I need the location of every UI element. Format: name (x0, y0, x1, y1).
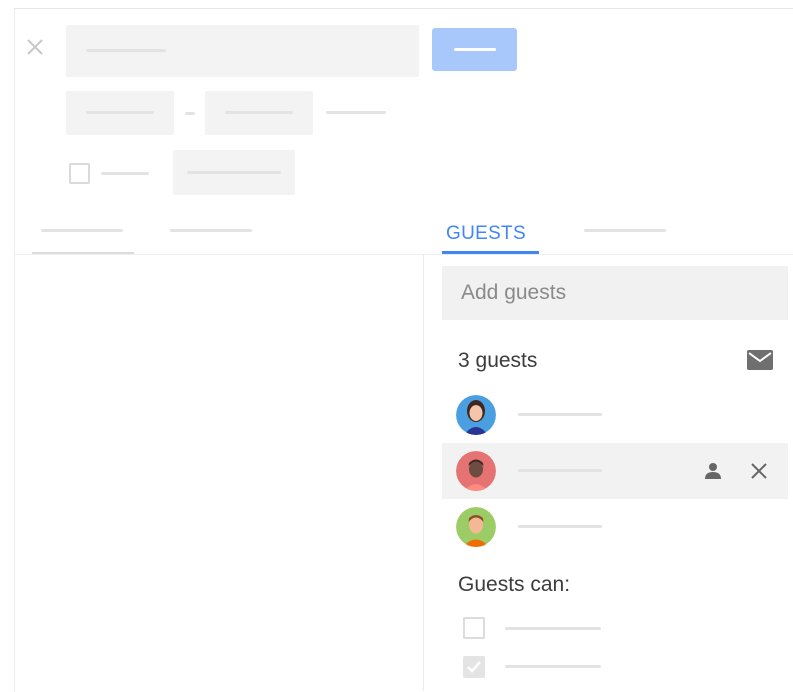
timezone-placeholder[interactable] (326, 111, 386, 114)
tab-event-details[interactable] (41, 229, 123, 232)
permission-checkbox-checked[interactable] (463, 656, 485, 678)
guest-name-placeholder (518, 525, 602, 528)
person-icon[interactable] (702, 460, 724, 482)
guest-count-label: 3 guests (458, 349, 538, 372)
tab-other[interactable] (584, 229, 666, 232)
woman-avatar-icon (456, 395, 496, 435)
mail-icon[interactable] (747, 350, 773, 370)
all-day-checkbox[interactable] (69, 163, 90, 184)
end-date-placeholder[interactable] (205, 91, 313, 135)
guest-row[interactable] (442, 443, 788, 499)
guests-can-heading: Guests can: (458, 573, 571, 596)
add-guests-input[interactable] (442, 266, 788, 320)
close-icon[interactable] (24, 36, 46, 58)
guest-row[interactable] (442, 499, 788, 555)
man-avatar-red-icon (456, 451, 496, 491)
all-day-label-placeholder (101, 172, 149, 175)
guest-name-placeholder (518, 469, 602, 472)
guest-row[interactable] (442, 387, 788, 443)
tab-guests[interactable]: GUESTS (446, 223, 526, 245)
checkmark-icon (467, 661, 481, 673)
permission-label-placeholder (505, 665, 601, 668)
date-separator (185, 112, 195, 115)
tabs-divider (14, 254, 793, 255)
tab-find-a-time[interactable] (170, 229, 252, 232)
man-avatar-green-icon (456, 507, 496, 547)
start-date-placeholder[interactable] (66, 91, 174, 135)
title-input-placeholder[interactable] (66, 25, 419, 77)
panel-divider (423, 255, 424, 691)
close-icon[interactable] (748, 460, 770, 482)
permission-checkbox[interactable] (463, 617, 485, 639)
permission-label-placeholder (505, 627, 601, 630)
guest-name-placeholder (518, 413, 602, 416)
repeat-dropdown-placeholder[interactable] (173, 150, 295, 195)
save-button[interactable] (432, 28, 517, 71)
